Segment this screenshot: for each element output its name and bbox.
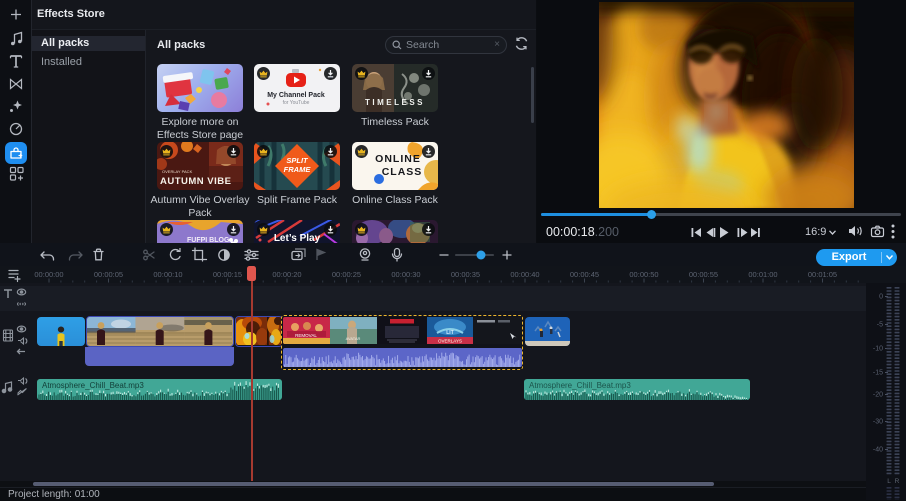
svg-text:00:00:20: 00:00:20 xyxy=(272,270,301,279)
svg-text:SPLIT: SPLIT xyxy=(286,156,309,165)
svg-text:00:00:50: 00:00:50 xyxy=(629,270,658,279)
svg-text:00:00:05: 00:00:05 xyxy=(94,270,123,279)
svg-text:00:01:05: 00:01:05 xyxy=(808,270,837,279)
svg-text:00:01:00: 00:01:00 xyxy=(748,270,777,279)
svg-text:AVATAR: AVATAR xyxy=(346,336,361,341)
svg-text:CLASS: CLASS xyxy=(382,166,423,178)
svg-text:0: 0 xyxy=(879,294,883,301)
svg-text:00:00:10: 00:00:10 xyxy=(153,270,182,279)
svg-text:00:00:30: 00:00:30 xyxy=(391,270,420,279)
svg-text:REMOVAL: REMOVAL xyxy=(295,333,317,338)
svg-text:00:00:00: 00:00:00 xyxy=(34,270,63,279)
svg-text:-30: -30 xyxy=(873,419,883,426)
svg-text:L: L xyxy=(887,478,891,485)
svg-text:R: R xyxy=(895,478,900,485)
svg-text:00:00:35: 00:00:35 xyxy=(451,270,480,279)
svg-text:TIMELESS: TIMELESS xyxy=(365,98,425,107)
svg-text:-10: -10 xyxy=(873,346,883,353)
svg-text:-20: -20 xyxy=(873,392,883,399)
svg-text:00:00:25: 00:00:25 xyxy=(332,270,361,279)
svg-text:ONLINE: ONLINE xyxy=(375,153,421,165)
svg-text:LIT: LIT xyxy=(446,330,454,336)
svg-text:00:00:55: 00:00:55 xyxy=(689,270,718,279)
svg-text:FRAME: FRAME xyxy=(284,165,312,174)
svg-text:for YouTube: for YouTube xyxy=(283,100,310,106)
svg-text:-15: -15 xyxy=(873,370,883,377)
svg-text:00:00:15: 00:00:15 xyxy=(213,270,242,279)
svg-text:00:00:40: 00:00:40 xyxy=(510,270,539,279)
svg-text:OVERLAYS: OVERLAYS xyxy=(438,339,462,344)
svg-text:-40: -40 xyxy=(873,447,883,454)
svg-text:00:00:45: 00:00:45 xyxy=(570,270,599,279)
svg-text:My Channel Pack: My Channel Pack xyxy=(267,92,325,99)
svg-text:-5: -5 xyxy=(877,322,883,329)
svg-text:AUTUMN VIBE: AUTUMN VIBE xyxy=(160,176,231,187)
svg-text:OVERLAY PACK: OVERLAY PACK xyxy=(162,169,193,174)
svg-text:Let’s Play: Let’s Play xyxy=(274,233,321,243)
